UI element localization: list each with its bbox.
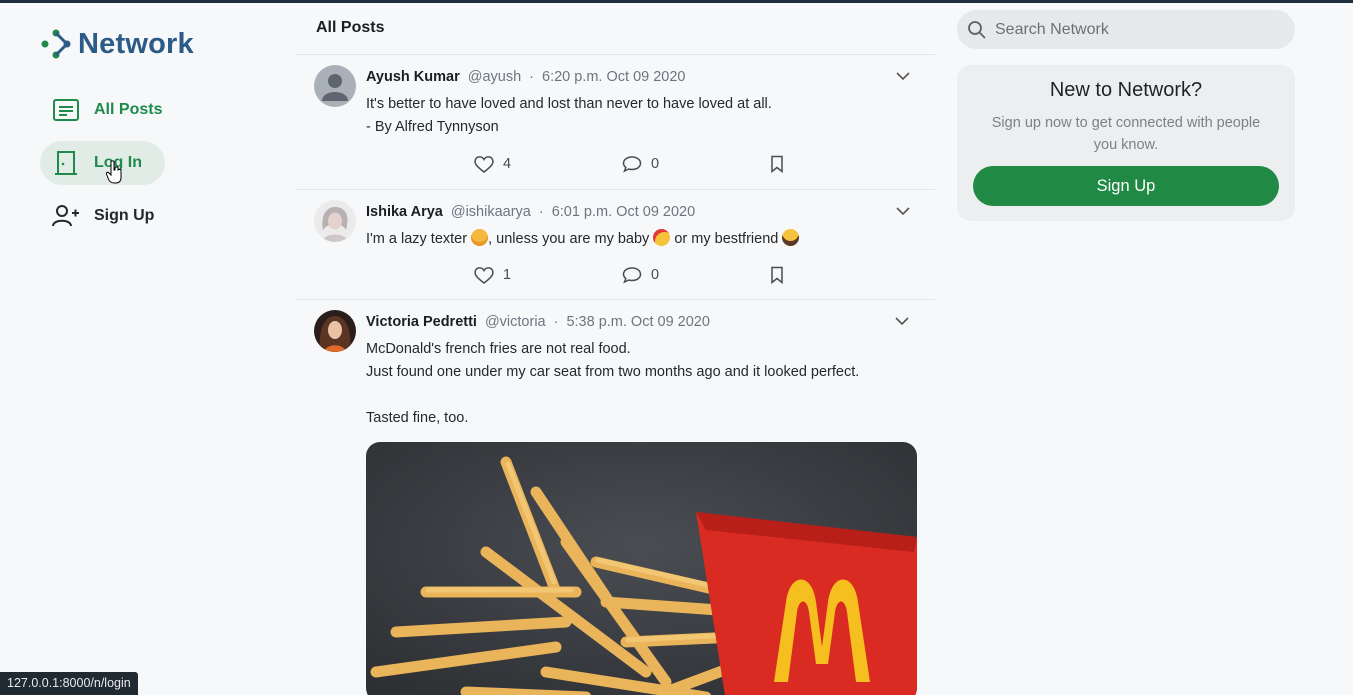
- chevron-down-icon[interactable]: [894, 67, 912, 85]
- status-bar-url: 127.0.0.1:8000/n/login: [0, 672, 138, 695]
- separator-dot: ·: [538, 204, 544, 220]
- comment-icon: [622, 267, 642, 284]
- search-bar[interactable]: [957, 10, 1295, 49]
- post-author-name[interactable]: Ishika Arya: [366, 204, 443, 220]
- post-timestamp: 6:01 p.m. Oct 09 2020: [551, 204, 696, 220]
- laughing-face-emoji-icon: [782, 229, 800, 246]
- bookmark-button[interactable]: [770, 155, 918, 173]
- post-author-name[interactable]: Victoria Pedretti: [366, 314, 477, 330]
- separator-dot: ·: [529, 69, 534, 85]
- chevron-down-icon[interactable]: [893, 312, 911, 330]
- post-timestamp: 5:38 p.m. Oct 09 2020: [566, 314, 710, 330]
- comment-icon: [622, 156, 642, 173]
- like-button[interactable]: 4: [474, 155, 622, 173]
- heart-eyes-emoji-icon: [653, 229, 671, 246]
- post-text: I'm a lazy texter , unless you are my ba…: [366, 228, 918, 251]
- post-item: Ishika Arya @ishikaarya · 6:01 p.m. Oct …: [296, 190, 935, 300]
- add-user-icon: [52, 202, 80, 230]
- post-author-handle[interactable]: @ishikaarya: [451, 204, 531, 220]
- post-author-handle[interactable]: @victoria: [485, 314, 546, 330]
- sidebar-item-signup[interactable]: Sign Up: [40, 194, 270, 238]
- post-timestamp: 6:20 p.m. Oct 09 2020: [542, 69, 686, 85]
- feed: All Posts Ayush Kumar @ayush · 6:20 p.m.…: [296, 3, 935, 695]
- post-text: McDonald's french fries are not real foo…: [366, 341, 860, 426]
- bookmark-icon: [771, 266, 783, 284]
- like-count: 4: [503, 156, 512, 172]
- sidebar-nav: All Posts Log In Sign Up: [40, 88, 270, 238]
- page-title: All Posts: [296, 3, 935, 55]
- like-count: 1: [503, 267, 512, 283]
- hand-cursor-icon: [106, 160, 122, 184]
- post-text-part: I'm a lazy texter: [366, 231, 472, 247]
- post-actions: 4 0: [366, 139, 918, 189]
- post-item: Victoria Pedretti @victoria · 5:38 p.m. …: [296, 300, 935, 695]
- signup-card-subtitle: Sign up now to get connected with people…: [991, 115, 1261, 153]
- brand-logo[interactable]: Network: [40, 26, 270, 62]
- like-button[interactable]: 1: [474, 266, 622, 284]
- chevron-down-icon[interactable]: [894, 202, 912, 220]
- search-input[interactable]: [995, 20, 1275, 39]
- sidebar-item-login[interactable]: Log In: [40, 141, 165, 185]
- post-item: Ayush Kumar @ayush · 6:20 p.m. Oct 09 20…: [296, 55, 935, 190]
- bookmark-button[interactable]: [770, 266, 918, 284]
- separator-dot: ·: [553, 314, 559, 330]
- post-actions: 1 0: [366, 251, 918, 299]
- avatar[interactable]: [314, 65, 356, 107]
- post-text: It's better to have loved and lost than …: [366, 96, 772, 135]
- sidebar-item-label: Sign Up: [94, 207, 155, 224]
- post-text-part: or my bestfriend: [670, 231, 783, 247]
- bookmark-icon: [771, 155, 783, 173]
- sidebar-item-all-posts[interactable]: All Posts: [40, 88, 270, 132]
- search-icon: [968, 20, 986, 39]
- comment-count: 0: [651, 156, 660, 172]
- post-author-handle[interactable]: @ayush: [468, 69, 521, 85]
- avatar[interactable]: [314, 200, 356, 242]
- post-image[interactable]: [366, 442, 917, 695]
- brand-name: Network: [78, 27, 194, 60]
- comment-button[interactable]: 0: [622, 266, 770, 284]
- signup-card: New to Network? Sign up now to get conne…: [957, 65, 1295, 221]
- comment-button[interactable]: 0: [622, 155, 770, 173]
- door-icon: [52, 149, 80, 177]
- network-logo-icon: [41, 29, 71, 59]
- sidebar: Network All Posts Log In Sign Up: [40, 26, 270, 247]
- signup-card-title: New to Network?: [1049, 79, 1203, 101]
- heart-icon: [474, 267, 494, 284]
- sidebar-item-label: All Posts: [94, 101, 163, 118]
- signup-button[interactable]: Sign Up: [973, 166, 1279, 206]
- avatar[interactable]: [314, 310, 356, 352]
- heart-icon: [474, 156, 494, 173]
- comment-count: 0: [651, 267, 660, 283]
- posts-list-icon: [52, 96, 80, 124]
- post-author-name[interactable]: Ayush Kumar: [366, 69, 460, 85]
- sleepy-face-emoji-icon: [471, 229, 489, 246]
- post-text-part: , unless you are my baby: [488, 231, 654, 247]
